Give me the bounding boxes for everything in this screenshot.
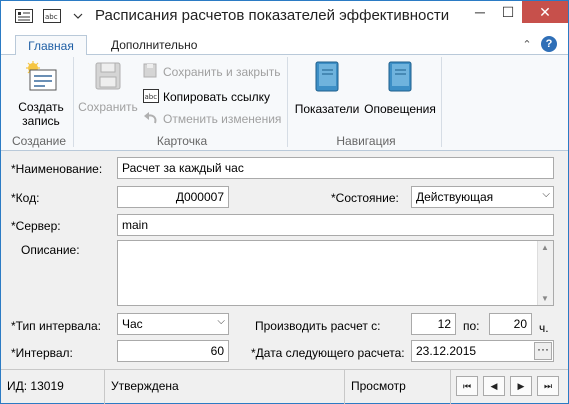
previous-record-button[interactable]: ◀ — [483, 376, 505, 396]
notifications-button[interactable]: Оповещения — [363, 61, 437, 116]
ribbon-tabs: Главная Дополнительно ⌃ ? — [1, 31, 568, 56]
interval-type-value: Час — [122, 317, 143, 331]
help-button[interactable]: ? — [541, 36, 557, 52]
cancel-changes-button[interactable]: Отменить изменения — [143, 110, 281, 128]
svg-text:abc: abc — [45, 13, 58, 21]
group-separator — [441, 57, 442, 147]
svg-text:abc: abc — [145, 93, 158, 101]
state-value: Действующая — [416, 190, 494, 204]
title-bar: abc Расписания расчетов показателей эффе… — [1, 1, 568, 31]
create-record-button[interactable]: Создать запись — [13, 61, 69, 128]
status-mode: Просмотр — [345, 370, 451, 404]
save-close-icon — [143, 63, 159, 82]
maximize-button[interactable]: ☐ — [494, 1, 522, 23]
group-label-navigation: Навигация — [336, 134, 396, 148]
name-field[interactable]: Расчет за каждый час — [117, 157, 554, 179]
calc-to-label: по: — [463, 319, 480, 333]
server-field[interactable]: main — [117, 214, 554, 236]
group-separator — [73, 57, 74, 147]
chevron-down-icon: ⌵ — [217, 316, 225, 327]
save-button[interactable]: Сохранить — [77, 61, 139, 114]
floppy-disk-icon — [77, 61, 139, 94]
description-field[interactable]: ▲ ▼ — [117, 240, 554, 306]
notifications-label: Оповещения — [364, 102, 436, 116]
next-date-value: 23.12.2015 — [416, 344, 477, 358]
code-label: *Код: — [11, 191, 40, 205]
indicators-button[interactable]: Показатели — [291, 61, 363, 116]
date-picker-button[interactable]: ··· — [534, 342, 552, 360]
collapse-ribbon-button[interactable]: ⌃ — [519, 36, 535, 52]
record-form: *Наименование: Расчет за каждый час *Код… — [1, 151, 568, 369]
copy-link-label: Копировать ссылку — [163, 90, 270, 104]
group-label-create: Создание — [11, 134, 67, 148]
calc-from-field[interactable]: 12 — [411, 313, 456, 335]
state-label: *Состояние: — [331, 191, 399, 205]
dropdown-arrow-icon[interactable] — [69, 8, 87, 24]
interval-field[interactable]: 60 — [117, 340, 229, 362]
group-label-card: Карточка — [156, 134, 208, 148]
save-label: Сохранить — [78, 100, 138, 114]
group-separator — [287, 57, 288, 147]
name-label: *Наименование: — [11, 162, 103, 176]
description-scrollbar[interactable]: ▲ ▼ — [537, 241, 553, 305]
cancel-changes-label: Отменить изменения — [163, 112, 282, 126]
next-date-label: *Дата следующего расчета: — [251, 346, 405, 360]
next-date-field[interactable]: 23.12.2015 ··· — [411, 340, 554, 362]
status-bar: ИД: 13019 Утверждена Просмотр ⏮ ◀ ▶ ⏭ — [1, 369, 568, 404]
app-card-icon[interactable] — [15, 8, 33, 24]
interval-label: *Интервал: — [11, 346, 73, 360]
tab-additional[interactable]: Дополнительно — [101, 35, 207, 56]
hours-suffix: ч. — [539, 321, 549, 335]
server-label: *Сервер: — [11, 219, 61, 233]
next-record-button[interactable]: ▶ — [510, 376, 532, 396]
undo-icon — [143, 111, 159, 128]
chevron-down-icon: ⌵ — [542, 189, 550, 200]
minimize-button[interactable]: ─ — [466, 1, 494, 23]
tab-home[interactable]: Главная — [15, 35, 87, 56]
create-label-1: Создать — [18, 100, 64, 114]
indicators-label: Показатели — [294, 102, 360, 116]
notifications-book-icon — [387, 61, 413, 96]
interval-type-select[interactable]: Час ⌵ — [117, 313, 229, 335]
scroll-up-icon[interactable]: ▲ — [541, 243, 549, 252]
first-record-button[interactable]: ⏮ — [456, 376, 478, 396]
interval-type-label: *Тип интервала: — [11, 319, 101, 333]
calc-from-label: Производить расчет с: — [255, 319, 381, 333]
close-button[interactable]: ✕ — [522, 1, 568, 23]
main-window: abc Расписания расчетов показателей эффе… — [0, 0, 569, 404]
copy-link-button[interactable]: abc Копировать ссылку — [143, 88, 270, 106]
window-title: Расписания расчетов показателей эффектив… — [95, 7, 450, 24]
description-label: Описание: — [21, 243, 80, 257]
ribbon: Создать запись Сохранить Сохранить и зак… — [1, 55, 568, 151]
indicators-book-icon — [314, 61, 340, 96]
copy-link-abc-icon: abc — [143, 88, 159, 106]
state-select[interactable]: Действующая ⌵ — [411, 186, 554, 208]
save-and-close-button[interactable]: Сохранить и закрыть — [143, 63, 280, 81]
save-close-label: Сохранить и закрыть — [163, 65, 281, 79]
create-label-2: запись — [22, 114, 60, 128]
scroll-down-icon[interactable]: ▼ — [541, 294, 549, 303]
code-field[interactable]: Д000007 — [117, 186, 229, 208]
calc-to-field[interactable]: 20 — [489, 313, 532, 335]
copy-link-icon[interactable]: abc — [43, 8, 61, 24]
new-record-icon — [13, 61, 69, 94]
last-record-button[interactable]: ⏭ — [537, 376, 559, 396]
status-state: Утверждена — [105, 370, 345, 404]
status-id: ИД: 13019 — [1, 370, 105, 404]
